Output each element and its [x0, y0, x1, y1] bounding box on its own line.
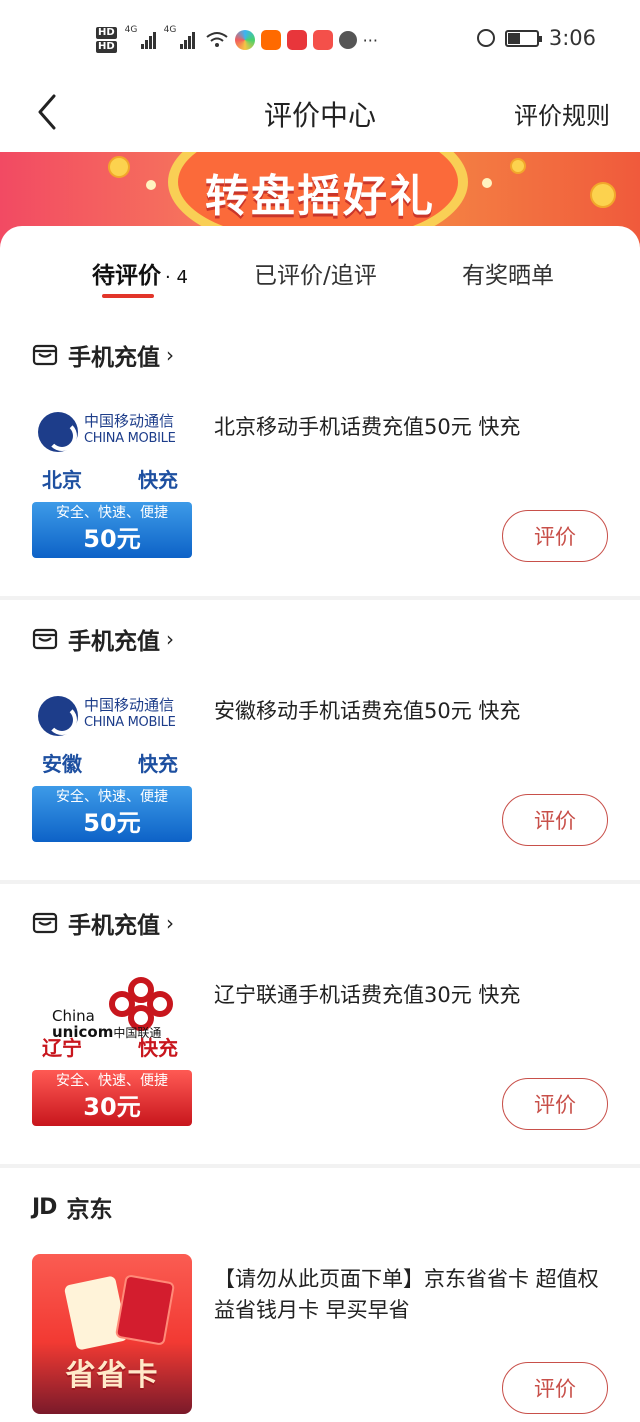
order-card: 手机充值 › 中国移动通信 CHINA MOBILE 北京 快充 安全、快速、便… [0, 316, 640, 596]
carrier-en: CHINA MOBILE [84, 431, 176, 446]
speed-label: 快充 [138, 468, 178, 492]
tab-active-indicator [102, 294, 154, 298]
status-left: HD HD 4G 4G ··· [96, 20, 378, 60]
nav-header: 评价中心 评价规则 [0, 80, 640, 152]
slogan: 安全、快速、便捷 [56, 789, 168, 805]
region-label: 北京 [42, 468, 82, 492]
price-box: 安全、快速、便捷 30元 [32, 1070, 192, 1126]
product-name[interactable]: 北京移动手机话费充值50元 快充 [214, 412, 614, 443]
tab-reviewed[interactable]: 已评价/追评 [254, 256, 377, 290]
product-thumbnail[interactable]: 中国移动通信 CHINA MOBILE 北京 快充 安全、快速、便捷 50元 [32, 402, 192, 562]
more-icons: ··· [362, 30, 378, 50]
shop-link[interactable]: 手机充值 › [32, 622, 174, 656]
wifi-icon [206, 32, 228, 47]
shop-link[interactable]: 手机充值 › [32, 906, 174, 940]
app3-icon [286, 30, 307, 50]
shop-name: 手机充值 [68, 913, 160, 939]
review-tabs: 待评价 · 4 已评价/追评 有奖晒单 [0, 226, 640, 316]
battery-icon [504, 29, 542, 47]
chevron-right-icon: › [166, 911, 174, 935]
alarm-icon [476, 29, 495, 47]
carrier-cn: 中国移动通信 [84, 696, 175, 714]
order-card: 手机充值 › China unicom中国联通 辽宁 快充 安全、快速、便捷 3… [0, 884, 640, 1164]
region-label: 安徽 [42, 752, 82, 776]
price-value: 50元 [83, 809, 141, 837]
tab-pending[interactable]: 待评价 · 4 [92, 256, 188, 290]
shop-link[interactable]: 手机充值 › [32, 338, 174, 372]
net2-label: 4G [163, 25, 177, 35]
signal1-icon: 4G [125, 25, 156, 49]
carrier-cn: 中国移动通信 [84, 412, 175, 430]
app1-icon [234, 30, 255, 50]
carrier-name: 中国移动通信 CHINA MOBILE [84, 412, 176, 448]
product-thumbnail[interactable]: 省省卡 [32, 1254, 192, 1414]
tab-pending-label: 待评价 [92, 263, 161, 289]
card-graphic [114, 1274, 176, 1346]
order-card: 手机充值 › 中国移动通信 CHINA MOBILE 安徽 快充 安全、快速、便… [0, 600, 640, 880]
price-value: 30元 [83, 1093, 141, 1121]
speed-label: 快充 [138, 1036, 178, 1060]
speed-label: 快充 [138, 752, 178, 776]
china-mobile-icon [38, 696, 78, 736]
rules-link[interactable]: 评价规则 [514, 96, 610, 131]
carrier-name: 中国移动通信 CHINA MOBILE [84, 696, 176, 732]
product-name[interactable]: 安徽移动手机话费充值50元 快充 [214, 696, 614, 727]
hd-indicator: HD HD [96, 27, 117, 53]
review-button[interactable]: 评价 [502, 1078, 608, 1130]
shop-name: 手机充值 [68, 345, 160, 371]
clock: 3:06 [548, 26, 596, 50]
china-mobile-logo: 中国移动通信 CHINA MOBILE [36, 412, 188, 452]
hd1-badge: HD [96, 27, 117, 39]
store-icon [32, 912, 58, 934]
region-label: 辽宁 [42, 1036, 82, 1060]
review-button[interactable]: 评价 [502, 794, 608, 846]
store-icon [32, 344, 58, 366]
tab-pending-count: · 4 [165, 267, 188, 288]
carrier-en: CHINA MOBILE [84, 715, 176, 730]
china-mobile-logo: 中国移动通信 CHINA MOBILE [36, 696, 188, 736]
order-card: JD 京东 省省卡 【请勿从此页面下单】京东省省卡 超值权益省钱月卡 早买早省 … [0, 1168, 640, 1422]
taobao-icon [260, 30, 281, 50]
product-name[interactable]: 【请勿从此页面下单】京东省省卡 超值权益省钱月卡 早买早省 [214, 1264, 614, 1326]
product-thumbnail[interactable]: China unicom中国联通 辽宁 快充 安全、快速、便捷 30元 [32, 970, 192, 1130]
shop-link[interactable]: JD 京东 [32, 1190, 112, 1224]
price-value: 50元 [83, 525, 141, 553]
review-button[interactable]: 评价 [502, 1362, 608, 1414]
review-button[interactable]: 评价 [502, 510, 608, 562]
slogan: 安全、快速、便捷 [56, 505, 168, 521]
store-icon [32, 628, 58, 650]
signal2-icon: 4G [164, 25, 195, 49]
thumb-label: 省省卡 [65, 1358, 159, 1393]
podcast-icon [338, 31, 357, 49]
shop-name: 手机充值 [68, 629, 160, 655]
chevron-right-icon: › [166, 627, 174, 651]
net1-label: 4G [124, 25, 138, 35]
china-mobile-icon [38, 412, 78, 452]
tab-share[interactable]: 有奖晒单 [462, 256, 554, 290]
carrier-en1: China [52, 1007, 95, 1025]
status-right: 3:06 [476, 26, 596, 50]
product-name[interactable]: 辽宁联通手机话费充值30元 快充 [214, 980, 614, 1011]
chevron-right-icon: › [166, 343, 174, 367]
app4-icon [312, 30, 333, 50]
product-thumbnail[interactable]: 中国移动通信 CHINA MOBILE 安徽 快充 安全、快速、便捷 50元 [32, 686, 192, 846]
jd-logo-icon: JD [32, 1194, 57, 1220]
price-box: 安全、快速、便捷 50元 [32, 502, 192, 558]
slogan: 安全、快速、便捷 [56, 1073, 168, 1089]
status-bar: HD HD 4G 4G ··· 3:06 [0, 0, 640, 80]
hd2-badge: HD [96, 41, 117, 53]
shop-name: 京东 [66, 1197, 113, 1223]
price-box: 安全、快速、便捷 50元 [32, 786, 192, 842]
banner-title: 转盘摇好礼 [205, 171, 435, 222]
